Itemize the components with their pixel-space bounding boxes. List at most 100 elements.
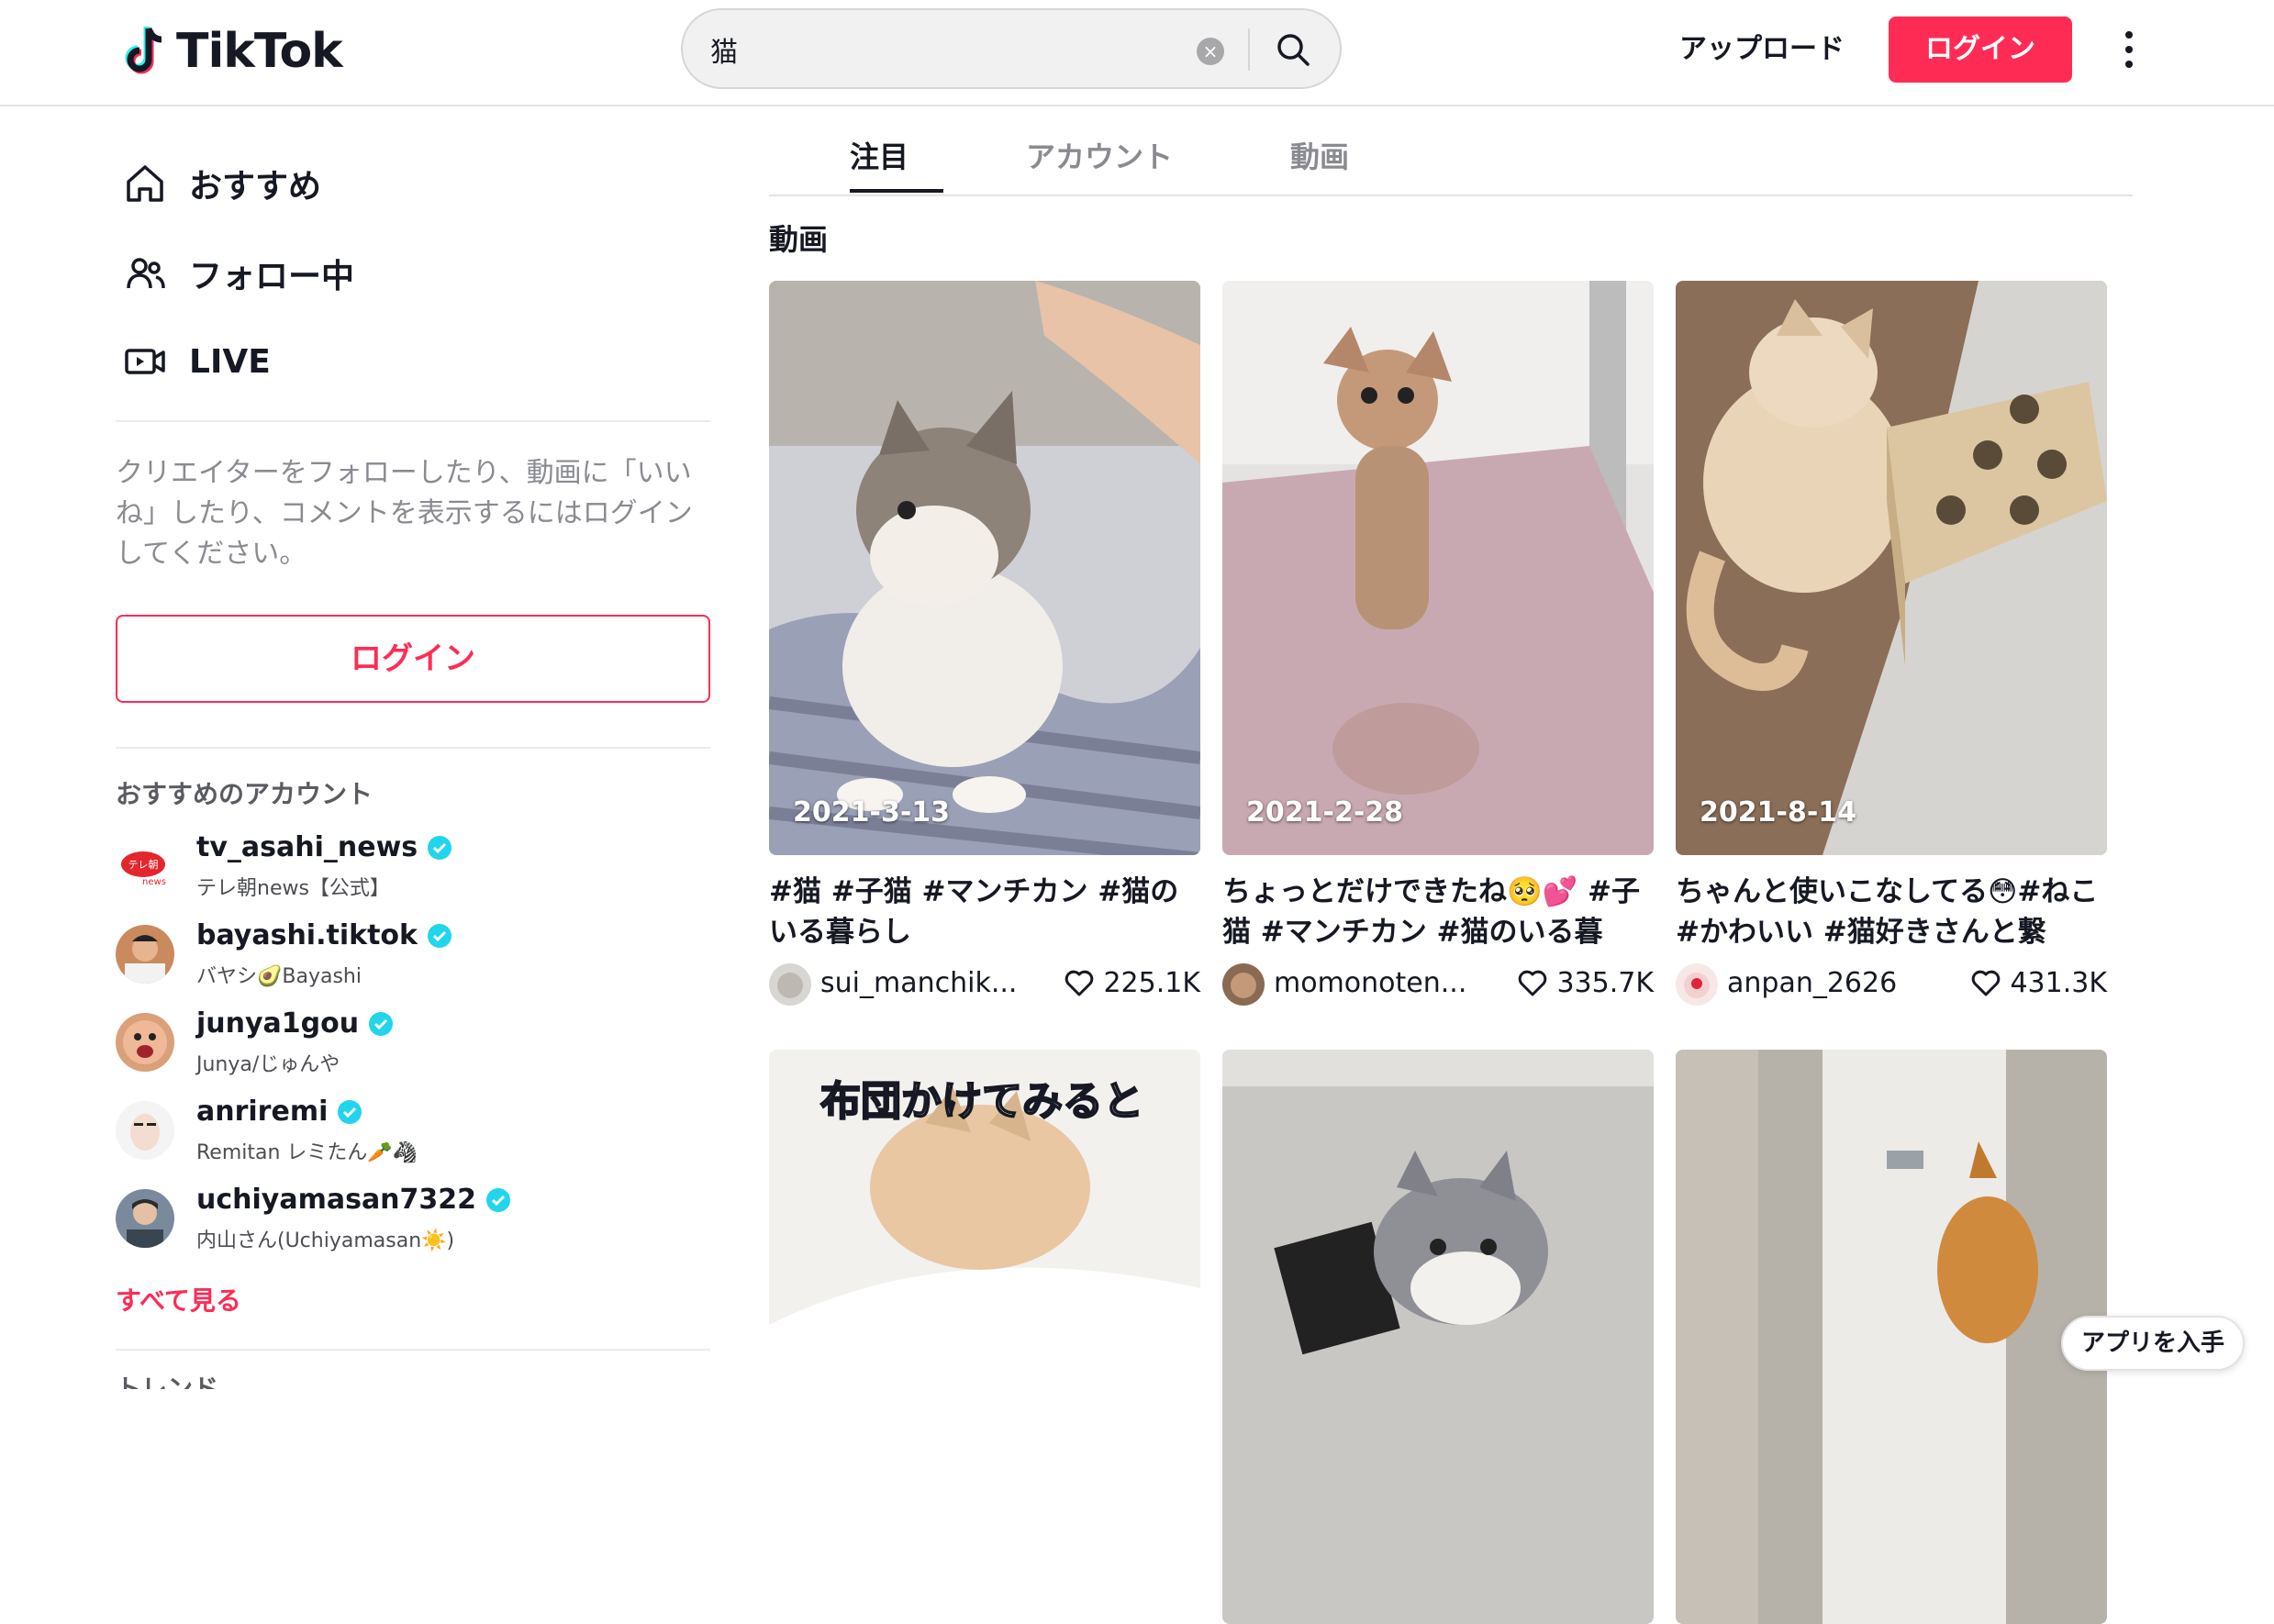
verified-badge-icon: [427, 923, 451, 948]
video-thumbnail[interactable]: [1676, 1050, 2107, 1624]
account-display-name: Junya/じゅんや: [196, 1053, 340, 1076]
divider: [116, 420, 710, 422]
video-meta: sui_manchik... 225.1K: [769, 962, 1200, 1006]
video-caption[interactable]: ちょっとだけできたね🥺💕 #子猫 #マンチカン #猫のいる暮ら...: [1222, 872, 1654, 952]
avatar: [116, 1013, 174, 1072]
clear-search-button[interactable]: ×: [1197, 38, 1224, 65]
account-item[interactable]: uchiyamasan7322 内山さん(Uchiyamasan☀️): [116, 1182, 710, 1255]
nav-label: フォロー中: [189, 258, 355, 295]
heart-icon: [1519, 970, 1547, 996]
nav-following[interactable]: フォロー中: [121, 246, 354, 301]
kitten-under-blanket-thumbnail-image: [769, 1050, 1200, 1624]
video-date: 2021-3-13: [793, 796, 951, 829]
like-count: 335.7K: [1518, 967, 1654, 999]
videos-section-title: 動画: [769, 222, 829, 257]
video-username[interactable]: anpan_2626: [1727, 967, 1897, 999]
top-header: TikTok × アップロード ログイン: [0, 0, 2274, 106]
active-tab-indicator: [850, 189, 943, 193]
video-thumbnail[interactable]: 2021-2-28: [1222, 281, 1654, 855]
user-avatar[interactable]: [1676, 963, 1718, 1006]
cat-water-dispenser-thumbnail-image: [1676, 1050, 2107, 1624]
divider: [116, 1349, 710, 1351]
video-date: 2021-2-28: [1246, 796, 1404, 829]
verified-badge-icon: [486, 1187, 511, 1212]
video-date: 2021-8-14: [1700, 796, 1857, 829]
standing-kitten-thumbnail-image: [1222, 281, 1654, 855]
tab-accounts[interactable]: アカウント: [1026, 134, 1173, 176]
like-count-text: 225.1K: [1103, 967, 1200, 999]
heart-icon: [1972, 970, 2001, 996]
nav-for-you[interactable]: おすすめ: [121, 156, 321, 211]
trending-title: トレンド: [116, 1374, 219, 1389]
search-divider: [1248, 28, 1250, 71]
sidebar-login-button[interactable]: ログイン: [116, 615, 710, 703]
avatar: [116, 1189, 174, 1248]
like-count: 431.3K: [1971, 967, 2107, 999]
video-username[interactable]: momonoten...: [1274, 967, 1466, 999]
nav-live[interactable]: LIVE: [121, 334, 271, 389]
username-text: tv_asahi_news: [196, 831, 418, 863]
search-result-tabs: 注目 アカウント 動画: [769, 128, 2133, 196]
tab-videos[interactable]: 動画: [1290, 134, 1349, 176]
video-thumbnail[interactable]: 2021-3-13: [769, 281, 1200, 855]
video-caption[interactable]: ちゃんと使いこなしてる😳#ねこ #かわいい #猫好きさんと繋が...: [1676, 872, 2107, 952]
account-item[interactable]: anriremi Remitan レミたん🥕🦓: [116, 1094, 710, 1167]
video-thumbnail[interactable]: 布団かけてみると: [769, 1050, 1200, 1624]
account-item[interactable]: junya1gou Junya/じゅんや: [116, 1006, 710, 1079]
home-icon: [127, 165, 163, 202]
like-count-text: 335.7K: [1556, 967, 1654, 999]
login-hint-text: クリエイターをフォローしたり、動画に「いいね」したり、コメントを表示するにはログ…: [116, 457, 693, 570]
account-username: tv_asahi_news: [196, 831, 452, 863]
video-meta: anpan_2626 431.3K: [1676, 962, 2107, 1006]
nav-label: おすすめ: [189, 168, 322, 206]
username-text: bayashi.tiktok: [196, 919, 418, 951]
video-caption[interactable]: #猫 #子猫 #マンチカン #猫のいる暮らし: [769, 872, 1200, 952]
tab-top[interactable]: 注目: [850, 134, 908, 176]
account-item[interactable]: テレ朝 news tv_asahi_news テレ朝news【公式】: [116, 829, 710, 903]
username-text: anriremi: [196, 1096, 329, 1128]
search-icon: [1277, 34, 1310, 66]
grey-kitten-thumbnail-image: [1222, 1050, 1654, 1624]
username-text: uchiyamasan7322: [196, 1184, 477, 1216]
avatar: [116, 1101, 174, 1160]
video-username[interactable]: sui_manchik...: [820, 967, 1017, 999]
account-username: junya1gou: [196, 1007, 394, 1040]
account-item[interactable]: bayashi.tiktok バヤシ🥑Bayashi: [116, 918, 710, 991]
upload-link[interactable]: アップロード: [1679, 26, 1845, 66]
see-all-link[interactable]: すべて見る: [116, 1281, 241, 1318]
kitten-thumbnail-image: [769, 281, 1200, 855]
search-input[interactable]: [708, 28, 1171, 71]
nav-label: LIVE: [189, 342, 271, 381]
search-bar: ×: [681, 8, 1342, 89]
account-display-name: バヤシ🥑Bayashi: [196, 965, 362, 988]
svg-text:テレ朝: テレ朝: [128, 859, 159, 871]
account-username: uchiyamasan7322: [196, 1184, 511, 1216]
sidebar: おすすめ フォロー中 LIVE クリエイターをフォローしたり、動画に「いいね」し…: [116, 105, 710, 1389]
get-app-button[interactable]: アプリを入手: [2061, 1316, 2245, 1371]
verified-badge-icon: [428, 835, 452, 860]
avatar: [116, 925, 174, 984]
tiktok-logo[interactable]: TikTok: [121, 24, 343, 79]
video-thumbnail[interactable]: 2021-8-14: [1676, 281, 2107, 855]
dot: [2125, 31, 2133, 39]
user-avatar[interactable]: [769, 963, 811, 1006]
verified-badge-icon: [338, 1099, 362, 1124]
video-overlay-text: 布団かけてみると: [819, 1077, 1144, 1126]
suggested-accounts-title: おすすめのアカウント: [116, 779, 373, 809]
user-avatar[interactable]: [1222, 963, 1265, 1006]
like-count-text: 431.3K: [2010, 967, 2107, 999]
username-text: junya1gou: [196, 1007, 360, 1040]
divider: [116, 747, 710, 749]
account-username: bayashi.tiktok: [196, 919, 452, 951]
people-icon: [127, 258, 165, 289]
login-button[interactable]: ログイン: [1889, 17, 2072, 83]
video-thumbnail[interactable]: [1222, 1050, 1654, 1624]
logo-text: TikTok: [176, 24, 343, 79]
search-button[interactable]: [1263, 23, 1323, 76]
svg-text:news: news: [142, 877, 166, 887]
tiktok-note-icon: [125, 27, 162, 74]
verified-badge-icon: [369, 1011, 394, 1036]
more-menu-icon[interactable]: [2111, 26, 2147, 73]
video-meta: momonoten... 335.7K: [1222, 962, 1654, 1006]
dot: [2125, 61, 2133, 68]
